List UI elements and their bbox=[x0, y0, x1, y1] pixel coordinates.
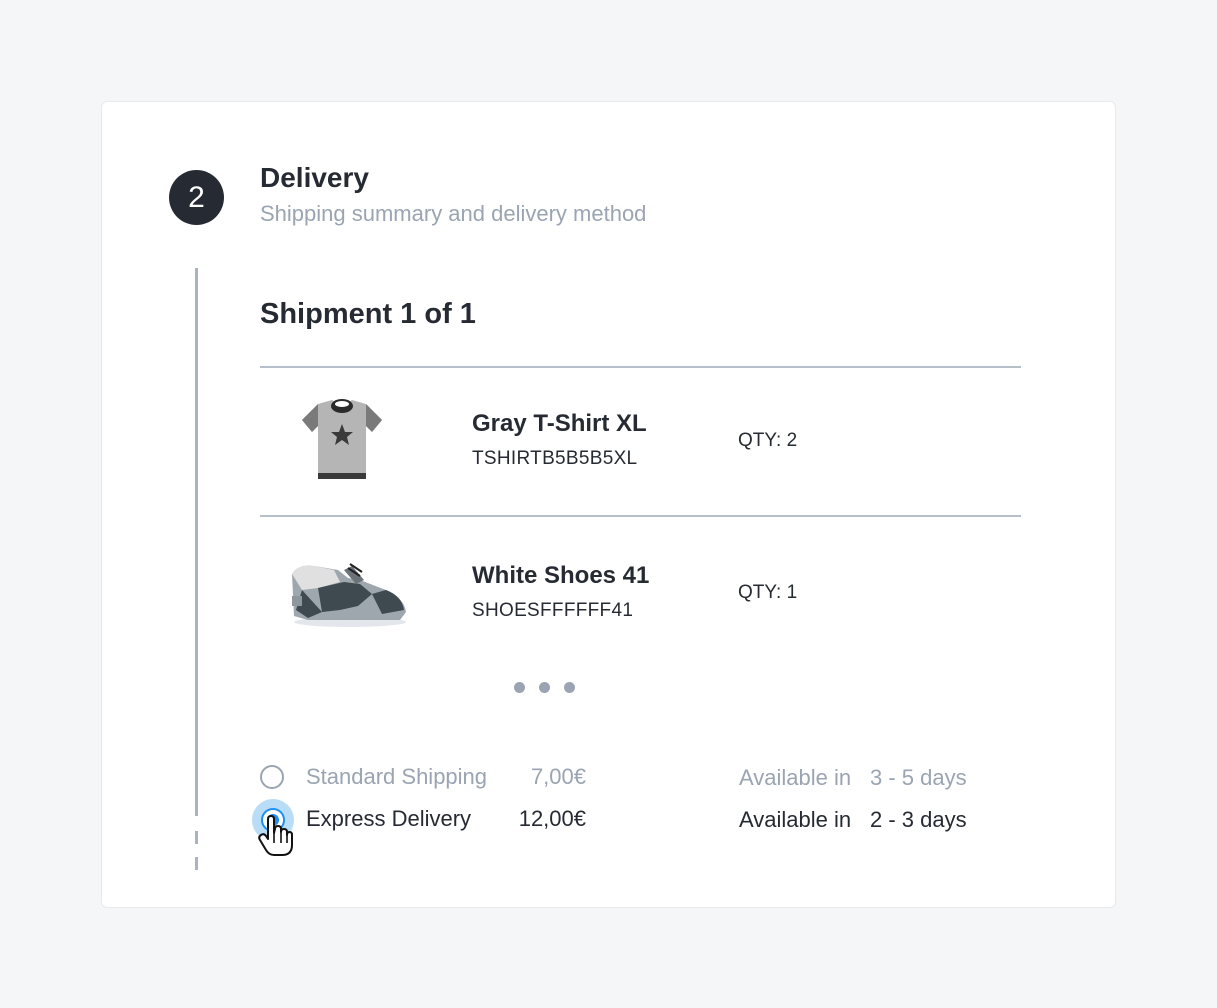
product-sku: TSHIRTB5B5B5XL bbox=[472, 448, 638, 469]
product-qty: QTY: 1 bbox=[738, 582, 798, 603]
standard-shipping-label[interactable]: Standard Shipping bbox=[306, 764, 487, 790]
standard-shipping-radio[interactable] bbox=[260, 765, 284, 789]
product-name: Gray T-Shirt XL bbox=[472, 410, 647, 437]
standard-shipping-price: 7,00€ bbox=[530, 764, 586, 789]
express-delivery-days: 2 - 3 days bbox=[870, 807, 967, 832]
express-delivery-availability-label: Available in bbox=[739, 807, 852, 832]
shipment-title: Shipment 1 of 1 bbox=[260, 298, 476, 330]
step-number-badge: 2 bbox=[169, 170, 224, 225]
divider bbox=[260, 515, 1021, 517]
timeline-dash bbox=[195, 857, 198, 870]
step-subtitle: Shipping summary and delivery method bbox=[260, 201, 647, 226]
shoe-icon bbox=[288, 560, 410, 633]
hand-pointer-cursor-icon bbox=[258, 815, 294, 862]
express-delivery-label[interactable]: Express Delivery bbox=[306, 806, 471, 832]
dot bbox=[539, 682, 550, 693]
product-qty: QTY: 2 bbox=[738, 430, 798, 451]
product-sku: SHOESFFFFFF41 bbox=[472, 600, 634, 621]
more-items-indicator[interactable] bbox=[514, 682, 575, 693]
express-delivery-price: 12,00€ bbox=[518, 806, 586, 831]
timeline-line bbox=[195, 268, 198, 816]
standard-shipping-availability-label: Available in bbox=[739, 765, 852, 790]
dot bbox=[564, 682, 575, 693]
divider bbox=[260, 366, 1021, 368]
tshirt-icon bbox=[300, 398, 384, 487]
step-title: Delivery bbox=[260, 162, 369, 193]
standard-shipping-days: 3 - 5 days bbox=[870, 765, 967, 790]
timeline-dash bbox=[195, 831, 198, 844]
dot bbox=[514, 682, 525, 693]
product-name: White Shoes 41 bbox=[472, 562, 650, 589]
